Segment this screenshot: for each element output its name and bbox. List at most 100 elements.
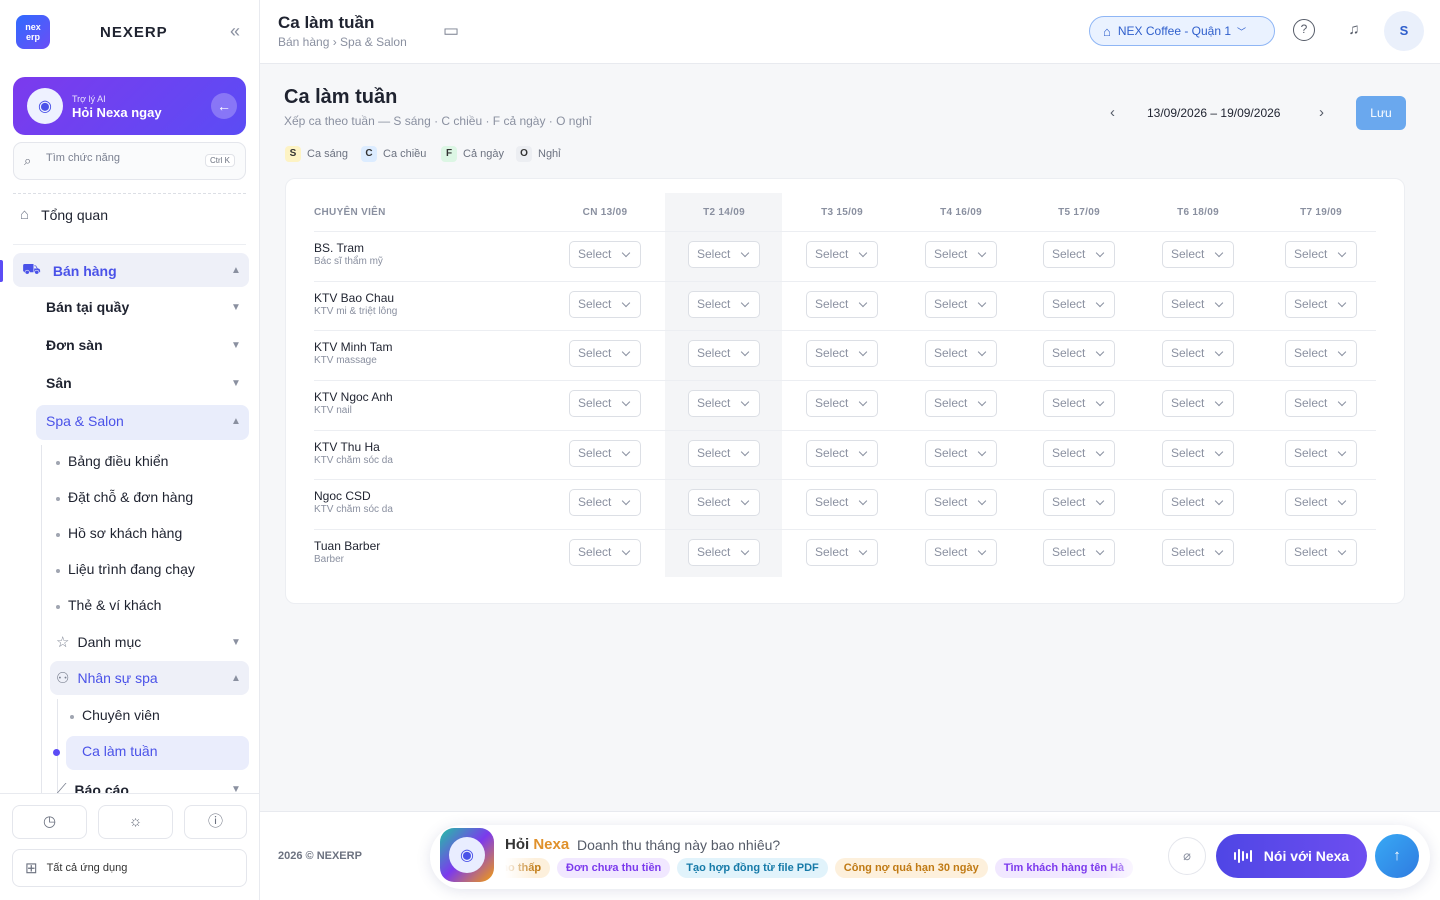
- store-selector[interactable]: ⌂ NEX Coffee - Quận 1 ﹀: [1089, 16, 1275, 46]
- suggestion-chip[interactable]: Công nợ quá hạn 30 ngày: [834, 858, 988, 878]
- sidebar-item-weekly-shifts[interactable]: Ca làm tuần: [82, 743, 157, 759]
- shift-select[interactable]: Select: [569, 539, 641, 566]
- alert-button[interactable]: ⓘ: [184, 805, 247, 839]
- brand: nex erp NEXERP «: [16, 15, 251, 49]
- folder-icon[interactable]: ▭: [443, 21, 459, 41]
- shift-select[interactable]: Select: [806, 340, 878, 367]
- sidebar-item-spa-staff[interactable]: ⚇ Nhân sự spa ▲: [56, 669, 246, 687]
- shift-select[interactable]: Select: [1285, 291, 1357, 318]
- shift-select[interactable]: Select: [1162, 340, 1234, 367]
- history-button[interactable]: ◷: [12, 805, 87, 839]
- suggestion-chip[interactable]: Tìm khách hàng tên Hà: [994, 858, 1134, 878]
- shift-select[interactable]: Select: [925, 489, 997, 516]
- collapse-sidebar-icon[interactable]: «: [223, 20, 247, 44]
- shift-select[interactable]: Select: [1162, 489, 1234, 516]
- sidebar-item-court[interactable]: Sân ▼: [46, 375, 246, 391]
- sidebar-item-spa[interactable]: Spa & Salon ▲: [46, 413, 246, 429]
- prev-week-icon[interactable]: ‹: [1110, 104, 1115, 121]
- shift-select[interactable]: Select: [925, 241, 997, 268]
- shift-select[interactable]: Select: [1043, 340, 1115, 367]
- shift-select[interactable]: Select: [569, 390, 641, 417]
- avatar[interactable]: S: [1384, 11, 1424, 51]
- shift-select[interactable]: Select: [569, 489, 641, 516]
- shift-select[interactable]: Select: [925, 539, 997, 566]
- shift-select[interactable]: Select: [925, 340, 997, 367]
- sidebar-item-pos[interactable]: Bán tại quầy ▼: [46, 299, 246, 315]
- shift-select[interactable]: Select: [1162, 440, 1234, 467]
- row-divider: [314, 281, 1376, 282]
- help-icon[interactable]: ?: [1293, 19, 1315, 41]
- suggestion-chip[interactable]: Tồn kho thấp: [505, 858, 551, 878]
- ai-assistant-title: Hỏi Nexa ngay: [72, 105, 162, 120]
- voice-wave-icon: [1233, 849, 1254, 863]
- shift-select[interactable]: Select: [1162, 539, 1234, 566]
- ai-assistant-card[interactable]: ◉ Trợ lý AI Hỏi Nexa ngay ←: [13, 77, 246, 135]
- shift-select[interactable]: Select: [1043, 291, 1115, 318]
- shift-select[interactable]: Select: [1043, 390, 1115, 417]
- bell-icon[interactable]: ♫: [1342, 19, 1366, 43]
- shift-select[interactable]: Select: [688, 390, 760, 417]
- shift-select[interactable]: Select: [806, 291, 878, 318]
- shift-select[interactable]: Select: [1043, 489, 1115, 516]
- sidebar-item-cards-wallet[interactable]: Thẻ & ví khách: [68, 597, 161, 613]
- shift-select[interactable]: Select: [1043, 241, 1115, 268]
- talk-to-nexa-button[interactable]: Nói với Nexa: [1216, 834, 1367, 878]
- shift-select[interactable]: Select: [806, 440, 878, 467]
- nexerp-logo[interactable]: nex erp: [16, 15, 50, 49]
- shift-select[interactable]: Select: [925, 390, 997, 417]
- sidebar-item-overview[interactable]: ⌂ Tổng quan: [20, 206, 108, 223]
- save-button[interactable]: Lưu: [1356, 96, 1406, 130]
- suggestion-chip[interactable]: Tạo hợp đồng từ file PDF: [677, 858, 828, 878]
- ask-input[interactable]: [577, 837, 997, 853]
- sidebar-item-bookings[interactable]: Đặt chỗ & đơn hàng: [68, 489, 193, 505]
- shift-select[interactable]: Select: [1285, 440, 1357, 467]
- shift-select[interactable]: Select: [688, 539, 760, 566]
- send-button[interactable]: ↑: [1375, 834, 1419, 878]
- sidebar-item-spa-dashboard[interactable]: Bảng điều khiển: [68, 453, 168, 469]
- sidebar-item-sales[interactable]: ⛟ Bán hàng ▲: [22, 261, 246, 280]
- nexa-robot-icon: ◉: [27, 88, 63, 124]
- shift-select[interactable]: Select: [1285, 390, 1357, 417]
- shift-select[interactable]: Select: [569, 291, 641, 318]
- shift-select[interactable]: Select: [925, 440, 997, 467]
- shift-select[interactable]: Select: [1285, 241, 1357, 268]
- shift-select[interactable]: Select: [806, 390, 878, 417]
- arrow-left-icon[interactable]: ←: [211, 93, 237, 119]
- shift-select[interactable]: Select: [1162, 241, 1234, 268]
- shift-select[interactable]: Select: [1043, 440, 1115, 467]
- shift-select[interactable]: Select: [569, 440, 641, 467]
- sidebar-item-customer-profiles[interactable]: Hồ sơ khách hàng: [68, 525, 182, 541]
- next-week-icon[interactable]: ›: [1319, 104, 1324, 121]
- sidebar-item-catalog[interactable]: ☆ Danh mục ▼: [56, 633, 246, 651]
- nexa-avatar[interactable]: ◉: [440, 828, 494, 882]
- brand-name: NEXERP: [100, 24, 168, 41]
- attach-button[interactable]: ⌀: [1168, 837, 1206, 875]
- tree-dot: [56, 497, 60, 501]
- sidebar-item-treatments[interactable]: Liệu trình đang chạy: [68, 561, 195, 577]
- shift-select[interactable]: Select: [569, 340, 641, 367]
- shift-select[interactable]: Select: [1043, 539, 1115, 566]
- shift-select[interactable]: Select: [1162, 390, 1234, 417]
- shift-select[interactable]: Select: [688, 489, 760, 516]
- shift-select[interactable]: Select: [1285, 340, 1357, 367]
- sidebar-item-reports[interactable]: ⟋ Báo cáo ▼: [56, 781, 246, 793]
- shift-select[interactable]: Select: [806, 539, 878, 566]
- shift-select[interactable]: Select: [1162, 291, 1234, 318]
- shift-select[interactable]: Select: [688, 291, 760, 318]
- shift-select[interactable]: Select: [688, 241, 760, 268]
- shift-select[interactable]: Select: [1285, 539, 1357, 566]
- shift-select[interactable]: Select: [806, 241, 878, 268]
- suggestion-chip[interactable]: Đơn chưa thu tiền: [557, 858, 671, 878]
- shift-select[interactable]: Select: [1285, 489, 1357, 516]
- shift-select[interactable]: Select: [688, 440, 760, 467]
- sidebar-item-specialists[interactable]: Chuyên viên: [82, 707, 160, 723]
- sidebar-item-marketplace[interactable]: Đơn sàn ▼: [46, 337, 246, 353]
- shift-select[interactable]: Select: [806, 489, 878, 516]
- search-input[interactable]: [46, 152, 196, 164]
- theme-button[interactable]: ☼: [98, 805, 173, 839]
- all-apps-button[interactable]: ⊞ Tất cả ứng dụng: [12, 849, 247, 887]
- staff-role: Bác sĩ thẩm mỹ: [314, 256, 383, 267]
- shift-select[interactable]: Select: [925, 291, 997, 318]
- shift-select[interactable]: Select: [688, 340, 760, 367]
- shift-select[interactable]: Select: [569, 241, 641, 268]
